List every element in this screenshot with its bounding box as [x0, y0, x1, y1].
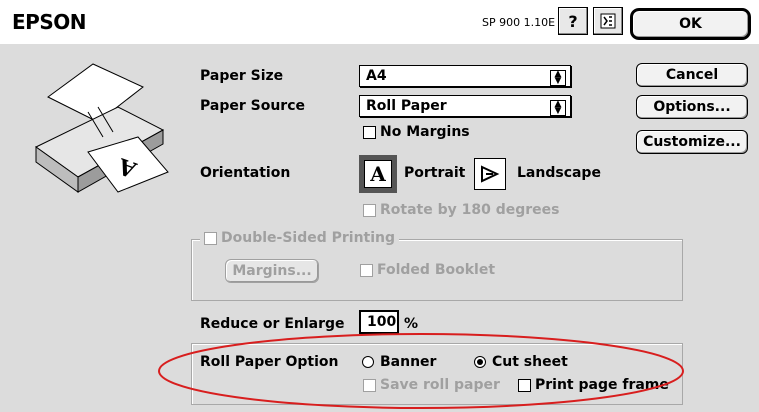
checkbox-box	[518, 378, 531, 392]
customize-button-label: Customize...	[643, 134, 741, 150]
options-button-label: Options...	[653, 99, 731, 115]
printer-illustration: A	[35, 63, 169, 193]
options-button[interactable]: Options...	[636, 95, 748, 119]
customize-button[interactable]: Customize...	[636, 130, 748, 154]
help-icon: ?	[568, 11, 578, 31]
radio-circle	[362, 356, 374, 368]
reduce-enlarge-label: Reduce or Enlarge	[200, 316, 345, 332]
checkbox-box	[363, 203, 376, 217]
radio-circle-selected	[474, 356, 486, 368]
scale-unit: %	[404, 316, 419, 332]
ok-button-label: OK	[679, 16, 702, 32]
scale-input[interactable]: 100	[359, 310, 399, 334]
checkbox-box	[363, 378, 376, 392]
driver-version: SP 900 1.10E	[482, 16, 556, 29]
save-roll-paper-checkbox[interactable]: Save roll paper	[363, 377, 500, 393]
rotate-180-checkbox[interactable]: Rotate by 180 degrees	[363, 202, 559, 218]
folded-booklet-checkbox[interactable]: Folded Booklet	[360, 262, 495, 278]
print-page-frame-checkbox[interactable]: Print page frame	[518, 377, 669, 393]
paper-source-value: Roll Paper	[366, 98, 447, 114]
landscape-glyph	[481, 165, 500, 183]
portrait-label[interactable]: Portrait	[404, 165, 465, 181]
portrait-option[interactable]: A	[359, 155, 397, 193]
banner-radio[interactable]: Banner	[362, 354, 436, 370]
cancel-button-label: Cancel	[665, 67, 719, 83]
paper-size-select[interactable]: A4 ▲ ▼	[359, 65, 571, 87]
folded-booklet-label: Folded Booklet	[377, 262, 496, 278]
printer-utility-icon	[600, 13, 616, 29]
save-roll-paper-label: Save roll paper	[380, 377, 500, 393]
rotate-180-label: Rotate by 180 degrees	[380, 202, 560, 218]
cancel-button[interactable]: Cancel	[636, 63, 748, 87]
help-button[interactable]: ?	[558, 7, 588, 35]
ok-button[interactable]: OK	[630, 8, 751, 40]
chevron-updown-icon: ▲ ▼	[550, 70, 566, 86]
utility-button[interactable]	[593, 7, 623, 35]
portrait-icon: A	[364, 160, 392, 188]
roll-paper-group	[191, 343, 683, 405]
margins-button-label: Margins...	[232, 263, 312, 279]
roll-paper-label: Roll Paper Option	[200, 354, 339, 370]
paper-source-select[interactable]: Roll Paper ▲ ▼	[359, 95, 571, 117]
checkbox-box	[363, 125, 376, 139]
landscape-icon[interactable]	[474, 158, 506, 190]
checkbox-box	[360, 263, 373, 277]
brand-logo: EPSON	[12, 10, 86, 34]
paper-source-label: Paper Source	[200, 98, 305, 114]
margins-button[interactable]: Margins...	[225, 259, 319, 283]
no-margins-label: No Margins	[380, 124, 470, 140]
double-sided-label: Double-Sided Printing	[221, 230, 396, 246]
banner-label: Banner	[380, 354, 437, 370]
cut-sheet-radio[interactable]: Cut sheet	[474, 354, 568, 370]
orientation-label: Orientation	[200, 165, 291, 181]
double-sided-checkbox[interactable]: Double-Sided Printing	[200, 230, 400, 246]
paper-size-value: A4	[366, 68, 387, 84]
landscape-label[interactable]: Landscape	[517, 165, 601, 181]
cut-sheet-label: Cut sheet	[492, 354, 568, 370]
print-page-frame-label: Print page frame	[535, 377, 669, 393]
paper-size-label: Paper Size	[200, 68, 284, 84]
chevron-updown-icon: ▲ ▼	[550, 100, 566, 116]
checkbox-box	[204, 231, 217, 245]
no-margins-checkbox[interactable]: No Margins	[363, 124, 470, 140]
